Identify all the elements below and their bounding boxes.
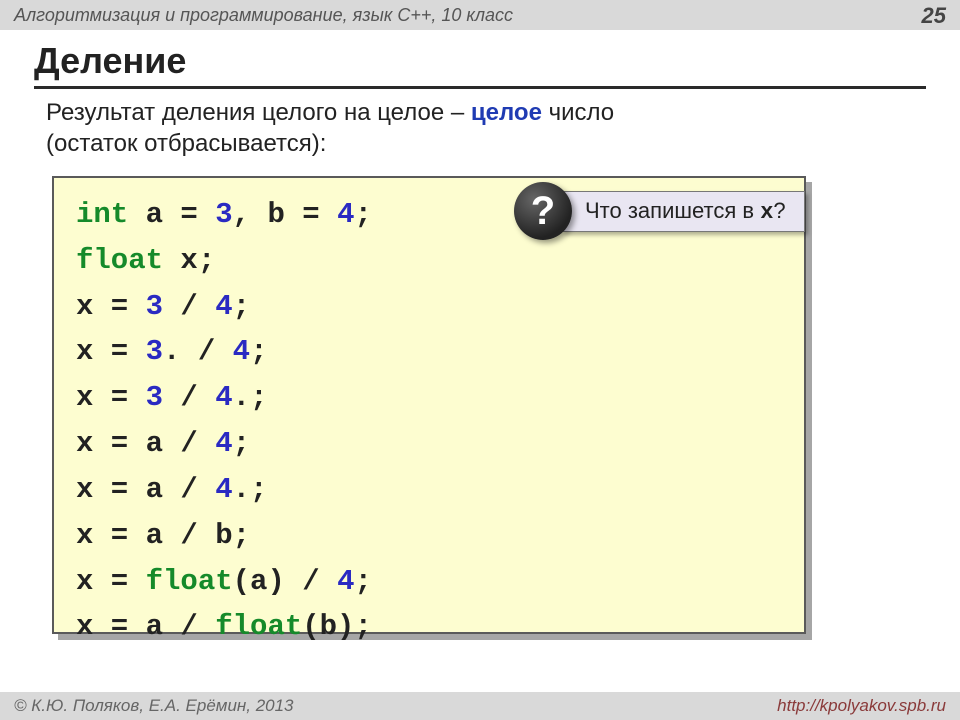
desc-line1-a: Результат деления целого на целое –: [46, 99, 471, 126]
slide: Алгоритмизация и программирование, язык …: [0, 0, 960, 720]
header-bar: Алгоритмизация и программирование, язык …: [0, 0, 960, 30]
code-line-9: x = float(a) / 4;: [76, 559, 782, 605]
question-var: x: [760, 200, 773, 225]
question-box: Что запишется в x?: [562, 191, 805, 232]
question-text-b: ?: [773, 198, 785, 223]
footer-bar: © К.Ю. Поляков, Е.А. Ерёмин, 2013 http:/…: [0, 692, 960, 720]
code-line-8: x = a / b;: [76, 513, 782, 559]
question-callout: ? Что запишется в x?: [514, 182, 805, 240]
desc-line2: (остаток отбрасывается):: [46, 130, 326, 157]
title-underline: [34, 86, 926, 89]
copyright: © К.Ю. Поляков, Е.А. Ерёмин, 2013: [14, 696, 294, 716]
code-line-2: float x;: [76, 238, 782, 284]
code-line-3: x = 3 / 4;: [76, 284, 782, 330]
code-line-10: x = a / float(b);: [76, 604, 782, 650]
slide-title: Деление: [34, 40, 186, 82]
code-line-4: x = 3. / 4;: [76, 329, 782, 375]
desc-line1-b: число: [542, 99, 614, 126]
code-line-5: x = 3 / 4.;: [76, 375, 782, 421]
course-title: Алгоритмизация и программирование, язык …: [14, 5, 513, 26]
code-line-7: x = a / 4.;: [76, 467, 782, 513]
page-number: 25: [922, 3, 946, 29]
desc-emphasis: целое: [471, 99, 542, 126]
code-block: int a = 3, b = 4; float x; x = 3 / 4; x …: [52, 176, 806, 634]
code-line-6: x = a / 4;: [76, 421, 782, 467]
footer-url: http://kpolyakov.spb.ru: [777, 696, 946, 716]
description: Результат деления целого на целое – цело…: [46, 98, 614, 159]
question-mark-icon: ?: [514, 182, 572, 240]
question-text-a: Что запишется в: [585, 198, 760, 223]
